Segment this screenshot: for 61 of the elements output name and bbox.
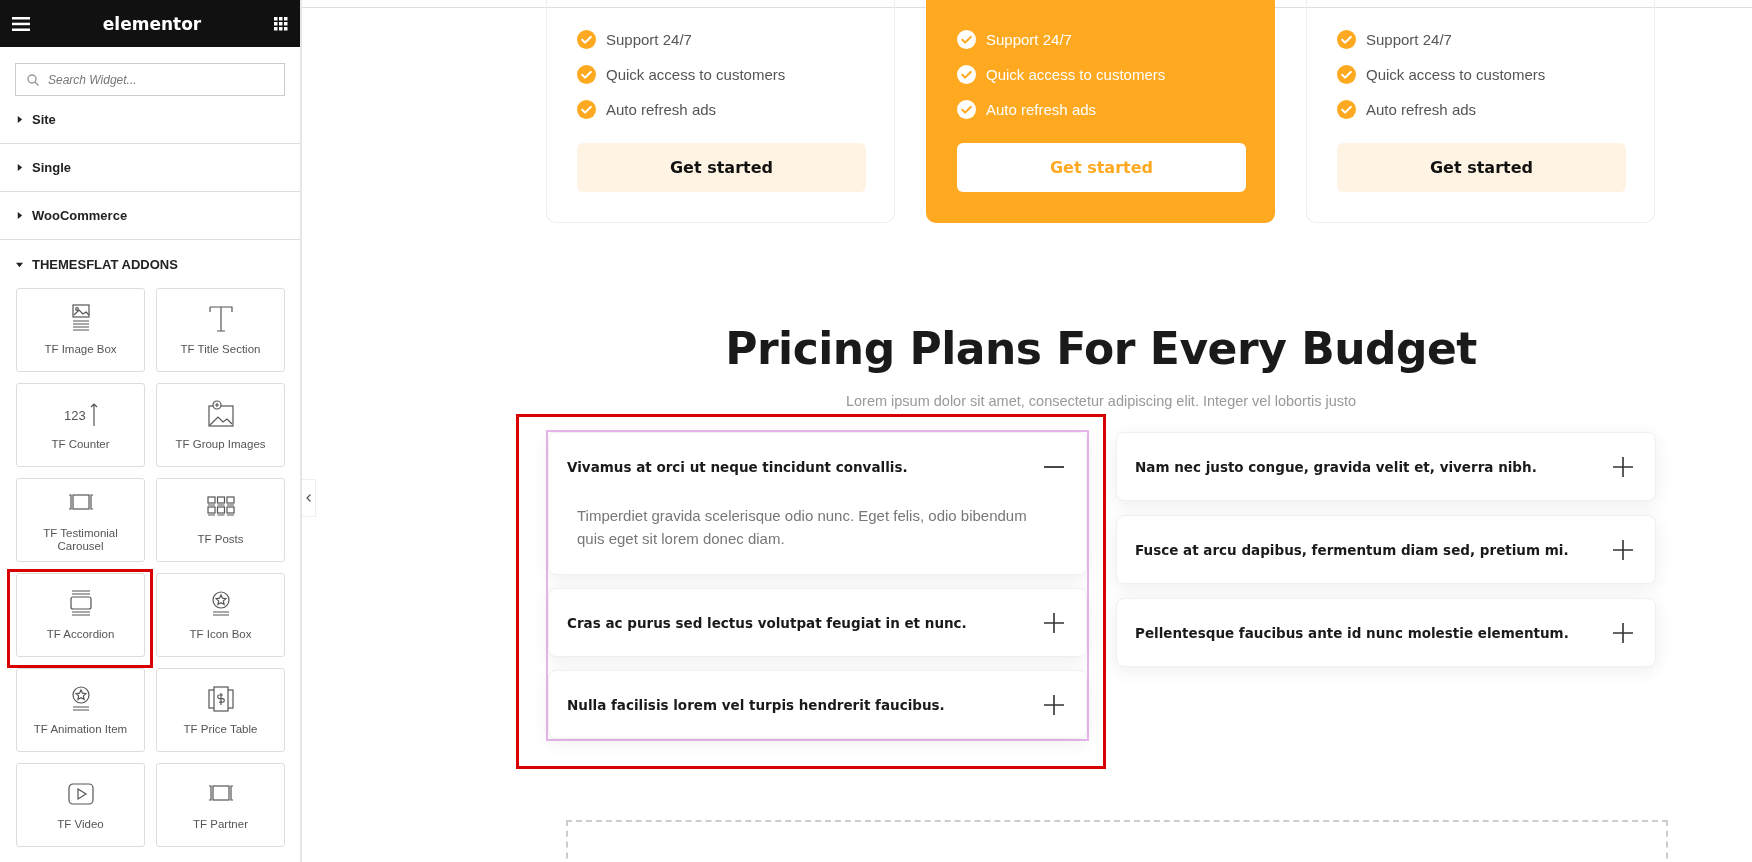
plus-icon	[1613, 456, 1633, 477]
widget-tile[interactable]: TF Image Box	[16, 288, 145, 372]
category-header[interactable]: Site	[0, 96, 300, 144]
plus-icon	[1044, 612, 1064, 633]
widget-tile[interactable]: TF Testimonial Carousel	[16, 478, 145, 562]
feature-text: Support 24/7	[606, 31, 692, 48]
check-circle-icon	[1337, 65, 1356, 84]
widget-tile[interactable]: TF Group Images	[156, 383, 285, 467]
check-circle-icon	[577, 100, 596, 119]
section-subtitle: Lorem ipsum dolor sit amet, consectetur adipiscing elit. Integer vel lobortis justo	[844, 392, 1358, 411]
plus-icon	[1613, 622, 1633, 643]
check-circle-icon	[577, 65, 596, 84]
feature-text: Support 24/7	[1366, 31, 1452, 48]
feature-text: Auto refresh ads	[986, 101, 1097, 118]
section-heading: Pricing Plans For Every Budget	[724, 322, 1478, 376]
accordion-content: Timperdiet gravida scelerisque odio nunc. Eget felis, odio bibendum quis eget sit lorem donec diam.	[576, 506, 1028, 549]
feature-text: Auto refresh ads	[1366, 101, 1477, 118]
apps-grid-icon[interactable]	[274, 16, 288, 31]
chevron-left-icon	[306, 494, 311, 502]
caret-icon	[16, 212, 23, 219]
check-circle-icon	[577, 30, 596, 49]
feature-text: Quick access to customers	[606, 66, 786, 83]
accordion-header[interactable]: Nam nec justo congue, gravida velit et, viverra nibh.	[1117, 433, 1655, 500]
get-started-button[interactable]: Get started	[577, 143, 866, 192]
caret-icon	[16, 260, 23, 268]
widget-tile[interactable]: TF Animation Item	[16, 668, 145, 752]
minus-icon	[1044, 465, 1064, 468]
search-icon	[27, 74, 39, 86]
widget-tile[interactable]: TF Price Table	[156, 668, 285, 752]
accordion-header[interactable]: Vivamus at orci ut neque tincidunt convallis.	[549, 433, 1086, 500]
logo-text: elementor	[102, 13, 202, 34]
widget-tile[interactable]: TF Title Section	[156, 288, 285, 372]
get-started-button[interactable]: Get started	[1337, 143, 1626, 192]
feature-text: Quick access to customers	[986, 66, 1166, 83]
plus-icon	[1613, 539, 1633, 560]
widget-tile[interactable]: TF Video	[16, 763, 145, 847]
search-field[interactable]: Search Widget...	[15, 63, 285, 96]
check-circle-icon	[957, 65, 976, 84]
menu-icon[interactable]	[12, 16, 30, 31]
accordion-header[interactable]: Fusce at arcu dapibus, fermentum diam sed, pretium mi.	[1117, 516, 1655, 583]
plus-icon	[1044, 694, 1064, 715]
caret-icon	[16, 164, 23, 171]
check-circle-icon	[957, 100, 976, 119]
widget-tile[interactable]: 123 TF Counter	[16, 383, 145, 467]
feature-text: Auto refresh ads	[606, 101, 717, 118]
category-header[interactable]: Single	[0, 144, 300, 192]
accordion-header[interactable]: Nulla facilisis lorem vel turpis hendrerit faucibus.	[549, 671, 1086, 738]
accordion-header[interactable]: Cras ac purus sed lectus volutpat feugiat in et nunc.	[549, 589, 1086, 656]
widget-tile[interactable]: TF Accordion	[16, 573, 145, 657]
feature-text: Support 24/7	[986, 31, 1072, 48]
feature-text: Quick access to customers	[1366, 66, 1546, 83]
caret-icon	[16, 116, 23, 123]
widget-tile[interactable]: TF Partner	[156, 763, 285, 847]
check-circle-icon	[957, 30, 976, 49]
widget-tile[interactable]: TF Icon Box	[156, 573, 285, 657]
check-circle-icon	[1337, 30, 1356, 49]
accordion-header[interactable]: Pellentesque faucibus ante id nunc molestie elementum.	[1117, 599, 1655, 666]
widget-tile[interactable]: TF Posts	[156, 478, 285, 562]
category-header[interactable]: THEMESFLAT ADDONS	[0, 240, 300, 288]
check-circle-icon	[1337, 100, 1356, 119]
category-header[interactable]: WooCommerce	[0, 192, 300, 240]
